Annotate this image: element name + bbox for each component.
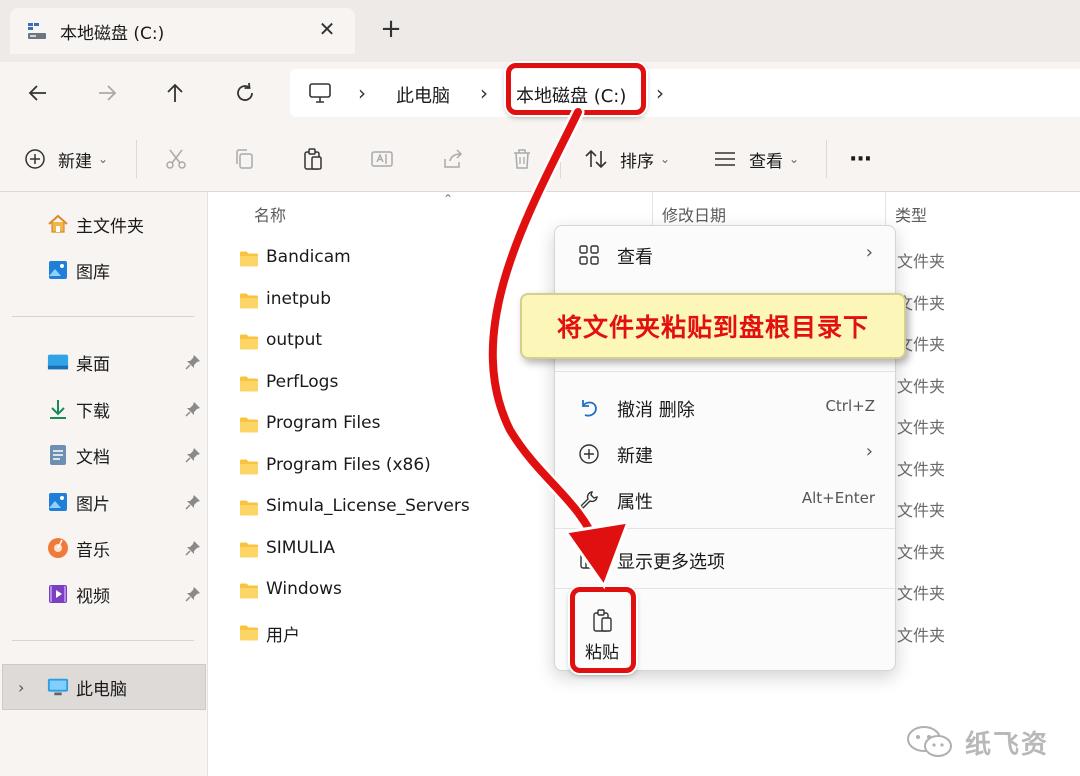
wechat-icon	[907, 726, 952, 757]
annotation-arrow	[486, 105, 631, 590]
annotation-callout: 将文件夹粘贴到盘根目录下	[520, 293, 906, 359]
watermark-text: 纸飞资	[965, 729, 1050, 760]
watermark: 纸飞资	[905, 722, 1049, 762]
